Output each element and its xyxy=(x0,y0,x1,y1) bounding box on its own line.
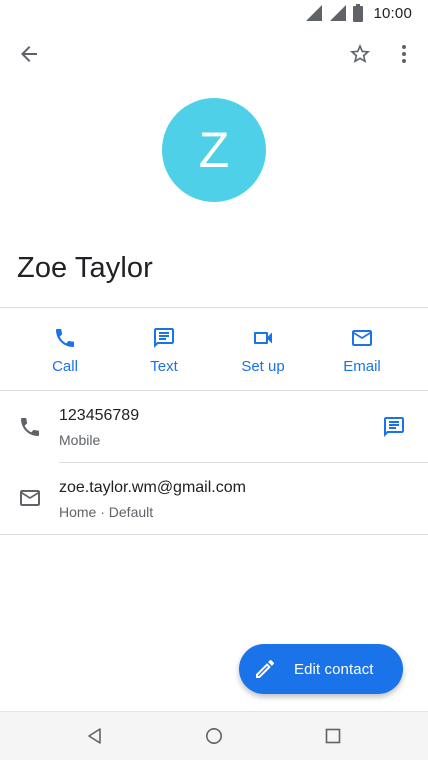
quick-actions: Call Text Set up Email xyxy=(0,308,428,390)
edit-contact-button[interactable]: Edit contact xyxy=(239,644,403,694)
phone-number: 123456789 xyxy=(59,407,140,424)
battery-icon xyxy=(353,4,364,22)
text-label: Text xyxy=(150,358,178,375)
divider xyxy=(0,534,428,535)
text-action[interactable]: Text xyxy=(119,308,209,390)
nav-recents-button[interactable] xyxy=(319,722,347,750)
status-time: 10:00 xyxy=(373,4,412,22)
signal-icon xyxy=(306,5,323,21)
phone-icon xyxy=(53,326,77,350)
circle-home-icon xyxy=(206,728,222,744)
app-bar xyxy=(0,28,428,80)
more-options-button[interactable] xyxy=(384,34,424,74)
message-icon xyxy=(152,326,176,350)
signal-icon xyxy=(330,5,347,21)
contact-name: Zoe Taylor xyxy=(17,252,153,284)
status-bar: 10:00 xyxy=(0,0,428,28)
edit-contact-label: Edit contact xyxy=(294,660,374,678)
triangle-back-icon xyxy=(88,728,101,744)
arrow-back-icon xyxy=(21,46,37,62)
phone-detail-row[interactable]: 123456789 Mobile xyxy=(0,391,428,463)
email-label: Email xyxy=(343,358,381,375)
back-button[interactable] xyxy=(9,34,49,74)
setup-label: Set up xyxy=(241,358,285,375)
email-icon xyxy=(18,486,42,510)
email-type: Home · Default xyxy=(59,504,154,520)
favorite-button[interactable] xyxy=(340,34,380,74)
send-message-button[interactable] xyxy=(380,413,408,441)
more-vert-icon xyxy=(402,45,406,63)
system-nav-bar xyxy=(0,711,428,760)
nav-back-button[interactable] xyxy=(81,722,109,750)
star-outline-icon xyxy=(350,44,370,63)
email-detail-row[interactable]: zoe.taylor.wm@gmail.com Home · Default xyxy=(0,463,428,535)
call-action[interactable]: Call xyxy=(20,308,110,390)
nav-home-button[interactable] xyxy=(200,722,228,750)
call-label: Call xyxy=(52,358,78,375)
message-icon xyxy=(384,417,404,437)
video-setup-action[interactable]: Set up xyxy=(218,308,308,390)
email-action[interactable]: Email xyxy=(317,308,407,390)
video-icon xyxy=(251,326,275,350)
status-icons: 10:00 xyxy=(305,4,412,22)
square-recents-icon xyxy=(325,728,341,744)
email-address: zoe.taylor.wm@gmail.com xyxy=(59,479,246,496)
contact-avatar: Z xyxy=(162,98,266,202)
email-icon xyxy=(350,326,374,350)
phone-icon xyxy=(18,415,42,439)
phone-type: Mobile xyxy=(59,432,101,448)
pencil-icon xyxy=(253,657,277,681)
